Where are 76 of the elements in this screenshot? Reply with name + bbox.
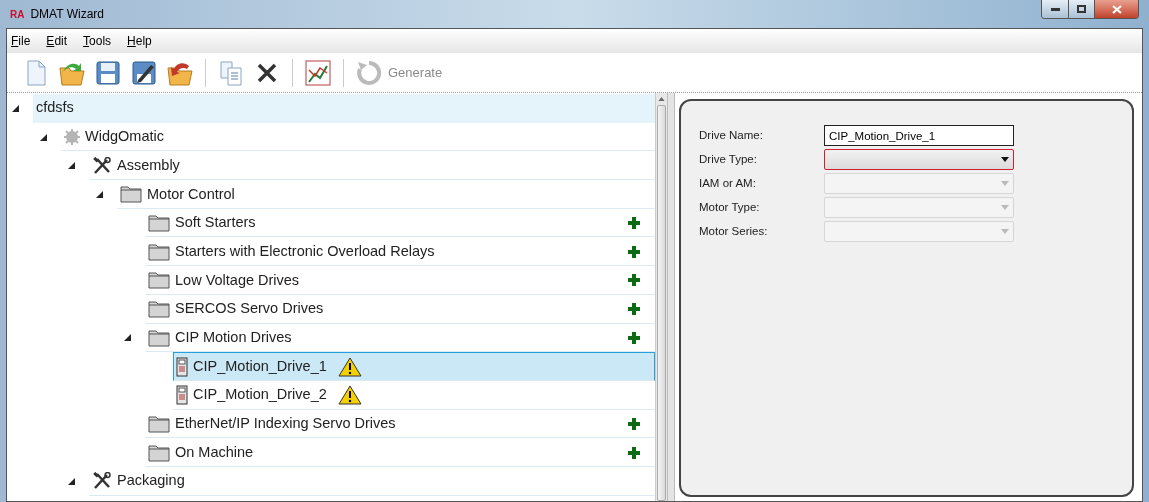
folder-icon	[148, 300, 170, 319]
dropdown-arrow-icon	[1001, 157, 1009, 162]
tree-item[interactable]: On Machine	[145, 438, 655, 467]
dropdown-arrow-icon	[1001, 181, 1009, 186]
field-label: IAM or AM:	[699, 175, 757, 191]
tree-item[interactable]: Low Voltage Drives	[145, 266, 655, 295]
tree-item[interactable]: WidgOmatic	[61, 122, 655, 152]
chart-icon[interactable]	[303, 57, 333, 88]
menu-item[interactable]: Help	[127, 32, 152, 50]
folder-icon	[148, 271, 170, 290]
collapse-arrow-icon[interactable]	[123, 333, 132, 343]
tree-item-label: Motor Control	[147, 184, 235, 204]
drive-icon	[176, 356, 188, 377]
window-title: DMAT Wizard	[30, 6, 104, 23]
tree-item[interactable]: cfdsfs	[33, 94, 655, 123]
dropdown[interactable]	[824, 149, 1014, 170]
folder-icon	[148, 443, 170, 462]
tree-item[interactable]: Packaging	[89, 466, 655, 496]
add-icon[interactable]	[628, 446, 640, 459]
add-icon[interactable]	[628, 274, 640, 287]
tools-icon	[92, 156, 112, 175]
app-logo: RA	[10, 7, 25, 22]
collapse-arrow-icon[interactable]	[39, 132, 48, 142]
tree-item-label: Packaging	[117, 471, 185, 491]
folder-icon	[148, 328, 170, 347]
menu-item[interactable]: File	[11, 32, 31, 50]
tree-item-label: Soft Starters	[175, 213, 256, 233]
scrollbar[interactable]	[655, 93, 667, 501]
menu-item[interactable]: Tools	[83, 32, 112, 50]
dropdown-arrow-icon	[1001, 229, 1009, 234]
add-icon[interactable]	[628, 331, 640, 344]
tree-item-label: CIP_Motion_Drive_2	[193, 385, 327, 405]
dropdown-arrow-icon	[1001, 205, 1009, 210]
tree-item[interactable]: Starters with Electronic Overload Relays	[145, 237, 655, 267]
field-label: Drive Type:	[699, 151, 758, 167]
close-button[interactable]	[1094, 0, 1138, 18]
field-label: Motor Series:	[699, 223, 769, 239]
folder-icon	[148, 214, 170, 233]
tree-item[interactable]: Soft Starters	[145, 208, 655, 238]
tree-item-label: cfdsfs	[36, 98, 74, 118]
add-icon[interactable]	[628, 417, 640, 430]
tree-item-label: EtherNet/IP Indexing Servo Drives	[175, 414, 396, 434]
maximize-button[interactable]	[1068, 0, 1094, 18]
collapse-arrow-icon[interactable]	[67, 161, 76, 171]
tree-item[interactable]: Motor Control	[117, 180, 655, 209]
folder-icon	[148, 242, 170, 261]
field-label: Motor Type:	[699, 199, 761, 215]
add-icon[interactable]	[628, 217, 640, 230]
tree-item[interactable]: CIP_Motion_Drive_1	[173, 352, 655, 381]
add-icon[interactable]	[628, 303, 640, 316]
tree-item[interactable]: Assembly	[89, 151, 655, 181]
tree-item-label: Starters with Electronic Overload Relays	[175, 241, 435, 261]
close-icon	[1111, 4, 1122, 14]
text-field[interactable]: CIP_Motion_Drive_1	[824, 125, 1014, 146]
tree-item[interactable]: SERCOS Servo Drives	[145, 294, 655, 324]
collapse-arrow-icon[interactable]	[67, 476, 76, 486]
tree-item[interactable]: EtherNet/IP Indexing Servo Drives	[145, 409, 655, 439]
tools-icon	[92, 472, 112, 491]
tree-item-label: SERCOS Servo Drives	[175, 299, 324, 319]
folder-icon	[120, 185, 142, 204]
drive-icon	[176, 385, 188, 406]
tree-item[interactable]: CIP_Motion_Drive_2	[173, 380, 655, 410]
tree-item-label: Low Voltage Drives	[175, 270, 300, 290]
gear-icon	[64, 129, 80, 146]
tree-item-label: Assembly	[117, 155, 180, 175]
tree-item-label: On Machine	[175, 442, 254, 462]
minimize-button[interactable]	[1042, 0, 1068, 18]
tree-item-label: CIP_Motion_Drive_1	[193, 356, 327, 376]
collapse-arrow-icon[interactable]	[11, 103, 20, 113]
collapse-arrow-icon[interactable]	[95, 189, 104, 199]
tree-item-label: WidgOmatic	[85, 127, 164, 147]
add-icon[interactable]	[628, 245, 640, 258]
menu-item[interactable]: Edit	[46, 32, 68, 50]
field-label: Drive Name:	[699, 127, 764, 143]
folder-icon	[148, 414, 170, 433]
tree-item-label: CIP Motion Drives	[175, 327, 292, 347]
